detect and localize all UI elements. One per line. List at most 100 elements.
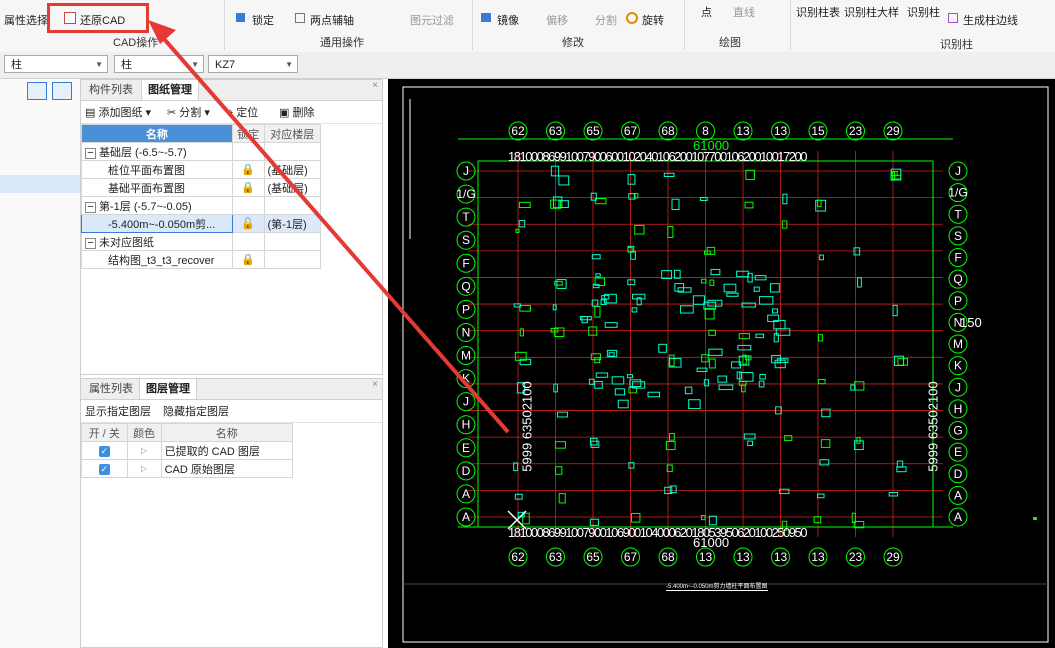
delete-drawing-button[interactable]: ▣ 删除 (279, 104, 314, 120)
right-axis-label: G (953, 424, 962, 438)
drawing-caption: -5.400m~-0.050m剪力墙柱平面布置图 (666, 581, 768, 591)
restore-cad-icon (64, 12, 76, 24)
row-name-text: 第-1层 (-5.7~-0.05) (99, 200, 192, 213)
tab-property-list[interactable]: 属性列表 (83, 379, 139, 399)
tab-component-list[interactable]: 构件列表 (83, 80, 139, 100)
expand-arrow-icon[interactable]: ▷ (126, 459, 162, 478)
bottom-axis-label: 13 (699, 550, 713, 564)
group-label-draw: 绘图 (719, 37, 741, 49)
column-outline (779, 488, 790, 495)
collapse-icon[interactable]: − (85, 201, 96, 213)
collapse-icon[interactable]: − (85, 147, 96, 159)
column-outline (854, 381, 865, 391)
table-row[interactable]: 结构图_t3_t3_recover 🔒 (81, 250, 322, 269)
cad-drawing: 62 63 65 67 68 8 13 13 15 23 29 62 63 65 67 68 13 13 13 13 2… (402, 86, 1049, 643)
component-combo[interactable]: KZ7 ▼ (208, 55, 298, 73)
lock-icon[interactable]: 🔒 (231, 160, 265, 179)
drawing-frame (402, 86, 1049, 643)
group-label-identify-column: 识别柱 (940, 39, 973, 51)
close-icon[interactable]: × (372, 80, 378, 91)
table-row[interactable]: 基础平面布置图 🔒 (基础层) (81, 178, 322, 197)
table-row[interactable]: − 第-1层 (-5.7~-0.05) (81, 196, 322, 215)
col-color-header: 颜色 (126, 423, 162, 442)
right-axis-label: T (954, 207, 962, 221)
layer-table-header: 开 / 关 颜色 名称 (81, 423, 294, 442)
lock-button[interactable]: 锁定 (252, 12, 274, 28)
identify-column-detail-button[interactable]: 识别柱大样 (844, 4, 899, 20)
identify-column-button[interactable]: 识别柱 (907, 4, 940, 20)
column-outline (669, 354, 675, 367)
identify-column-table-button[interactable]: 识别柱表 (796, 4, 840, 20)
lock-icon[interactable]: 🔒 (231, 178, 265, 197)
cad-drawing-canvas[interactable]: 62 63 65 67 68 8 13 13 15 23 29 62 63 65 67 68 13 13 13 13 2… (388, 79, 1055, 648)
left-axis-label: 1/G (456, 187, 475, 201)
column-outline (671, 198, 680, 210)
top-axis-label: 15 (811, 124, 825, 138)
left-axis-label: H (462, 418, 471, 432)
column-outline (813, 516, 822, 524)
table-row[interactable]: − 基础层 (-6.5~-5.7) (81, 142, 322, 161)
table-row-selected[interactable]: -5.400m~-0.050m剪... 🔓 (第-1层) (81, 214, 322, 233)
add-drawing-button[interactable]: ▤ 添加图纸 ▾ (85, 104, 151, 120)
line-button[interactable]: 直线 (733, 4, 755, 20)
category-combo[interactable]: 柱 ▼ (4, 55, 108, 73)
right-axis-label: Q (953, 272, 962, 286)
layer-checkbox[interactable]: ✓ (81, 459, 128, 478)
table-row[interactable]: ✓ ▷ CAD 原始图层 (81, 459, 294, 478)
top-axis-label: 65 (586, 124, 600, 138)
attr-select-button[interactable]: 属性选择 (4, 12, 48, 28)
wall-column-outline (684, 386, 693, 395)
right-axis-label: S (954, 229, 962, 243)
layer-table: 开 / 关 颜色 名称 ✓ ▷ 已提取的 CAD 图层 ✓ ▷ CAD 原始图层 (81, 423, 294, 478)
bottom-axis-label: 29 (886, 550, 900, 564)
layer-checkbox[interactable]: ✓ (81, 441, 128, 460)
point-button[interactable]: 点 (701, 4, 712, 20)
lock-icon[interactable]: 🔓 (231, 214, 265, 233)
left-dimension-string: 5999 63502100 (519, 381, 535, 472)
right-axis-label: D (954, 467, 963, 481)
outer-frame (402, 86, 1049, 643)
tab-layer-management[interactable]: 图层管理 (139, 379, 197, 399)
split-button[interactable]: 分割 (595, 12, 617, 28)
grid-view-icon[interactable] (52, 82, 72, 100)
split-drawing-button[interactable]: ✂ 分割 ▾ (167, 104, 210, 120)
right-axis-label: E (954, 445, 962, 459)
lock-icon[interactable]: 🔒 (231, 250, 265, 269)
col-name-header: 名称 (81, 124, 233, 143)
bottom-axis-label: 68 (661, 550, 675, 564)
wall-column-outline (647, 391, 660, 398)
column-outline (700, 196, 708, 202)
column-outline (738, 333, 750, 340)
tab-drawing-management[interactable]: 图纸管理 (141, 80, 199, 100)
column-outline (558, 175, 570, 186)
list-view-icon[interactable] (27, 82, 47, 100)
column-outline (595, 273, 601, 278)
table-row[interactable]: − 未对应图纸 (81, 232, 322, 251)
nav-selected-row[interactable] (0, 175, 80, 193)
left-axis-label: P (462, 302, 470, 316)
offset-button[interactable]: 偏移 (546, 12, 568, 28)
generate-edge-button[interactable]: 生成柱边线 (963, 12, 1018, 28)
left-axis-label: J (463, 164, 469, 178)
column-outline (857, 277, 862, 288)
type-combo[interactable]: 柱 ▼ (114, 55, 204, 73)
rotate-button[interactable]: 旋转 (642, 12, 664, 28)
column-outline (591, 254, 601, 260)
hide-layer-button[interactable]: 隐藏指定图层 (163, 403, 229, 419)
wall-column-outline (604, 322, 618, 328)
expand-arrow-icon[interactable]: ▷ (126, 441, 162, 460)
table-row[interactable]: 桩位平面布置图 🔒 (基础层) (81, 160, 322, 179)
row-lock (231, 196, 265, 215)
two-point-axis-button[interactable]: 两点辅轴 (310, 12, 354, 28)
restore-cad-button[interactable]: 还原CAD (80, 12, 125, 28)
collapse-icon[interactable]: − (85, 237, 96, 249)
wall-column-outline (769, 283, 780, 293)
chevron-down-icon: ▼ (95, 60, 103, 69)
table-row[interactable]: ✓ ▷ 已提取的 CAD 图层 (81, 441, 294, 460)
close-icon[interactable]: × (372, 379, 378, 390)
mirror-button[interactable]: 镜像 (497, 12, 519, 28)
show-layer-button[interactable]: 显示指定图层 (85, 403, 151, 419)
filter-button[interactable]: 图元过滤 (410, 12, 454, 28)
column-outline (897, 358, 909, 366)
locate-button[interactable]: ⌖ 定位 (227, 104, 258, 120)
